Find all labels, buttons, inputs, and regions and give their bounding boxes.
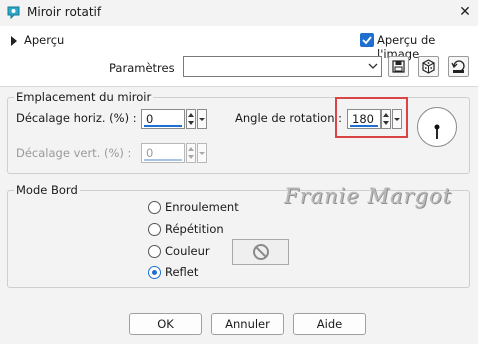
vertical-offset-input[interactable]: 0	[141, 143, 185, 163]
dice-icon	[422, 59, 435, 74]
radio-repetition-label[interactable]: Répétition	[165, 222, 224, 236]
edge-color-swatch[interactable]	[232, 239, 289, 265]
rotation-angle-dropdown[interactable]	[392, 109, 402, 129]
ok-button[interactable]: OK	[129, 313, 202, 335]
radio-enroulement[interactable]	[148, 201, 161, 214]
checkmark-icon	[362, 36, 372, 45]
chevron-down-icon	[199, 152, 205, 155]
vertical-offset-stepper[interactable]	[186, 143, 196, 163]
mirror-placement-title: Emplacement du miroir	[14, 90, 154, 104]
radio-reflet[interactable]	[148, 266, 161, 279]
chevron-down-icon	[199, 118, 205, 121]
rotation-dial[interactable]	[417, 107, 457, 147]
close-button[interactable]: ✕	[455, 2, 475, 22]
horizontal-offset-label: Décalage horiz. (%) :	[16, 111, 137, 125]
save-icon	[392, 60, 405, 73]
random-preset-button[interactable]	[418, 56, 439, 77]
radio-couleur-label[interactable]: Couleur	[165, 244, 210, 258]
rotation-angle-value: 180	[352, 112, 374, 126]
reset-preset-button[interactable]	[448, 56, 469, 77]
dial-needle-icon	[434, 124, 440, 139]
up-down-arrows-icon	[188, 113, 194, 125]
cancel-button[interactable]: Annuler	[211, 313, 284, 335]
up-down-arrows-icon	[188, 147, 194, 159]
up-down-arrows-icon	[383, 113, 389, 125]
rotation-angle-label: Angle de rotation :	[235, 111, 343, 125]
vertical-offset-value: 0	[146, 146, 154, 160]
params-label: Paramètres	[109, 61, 175, 75]
chevron-down-icon	[368, 63, 378, 69]
expand-triangle-icon[interactable]	[11, 36, 17, 46]
rotation-angle-input[interactable]: 180	[347, 109, 381, 129]
vertical-offset-label: Décalage vert. (%) :	[16, 146, 132, 160]
radio-enroulement-label[interactable]: Enroulement	[165, 200, 239, 214]
radio-repetition[interactable]	[148, 223, 161, 236]
horizontal-offset-value: 0	[146, 112, 154, 126]
horizontal-offset-input[interactable]: 0	[141, 109, 185, 129]
reset-icon	[451, 60, 465, 73]
edge-mode-title: Mode Bord	[14, 183, 80, 197]
apercu-toggle-label[interactable]: Aperçu	[24, 33, 64, 47]
window-title: Miroir rotatif	[27, 5, 102, 19]
rotation-angle-stepper[interactable]	[381, 109, 391, 129]
horizontal-offset-stepper[interactable]	[186, 109, 196, 129]
params-combo[interactable]	[183, 56, 382, 77]
vertical-offset-dropdown[interactable]	[197, 143, 207, 163]
save-preset-button[interactable]	[388, 56, 409, 77]
apercu-image-checkbox[interactable]	[360, 33, 374, 47]
no-color-icon	[253, 244, 269, 260]
help-button[interactable]: Aide	[293, 313, 366, 335]
radio-reflet-label[interactable]: Reflet	[165, 265, 198, 279]
chevron-down-icon	[394, 118, 400, 121]
close-icon: ✕	[459, 4, 471, 20]
horizontal-offset-dropdown[interactable]	[197, 109, 207, 129]
app-icon	[6, 6, 21, 20]
radio-couleur[interactable]	[148, 245, 161, 258]
watermark-text: Franie Margot	[284, 184, 453, 208]
